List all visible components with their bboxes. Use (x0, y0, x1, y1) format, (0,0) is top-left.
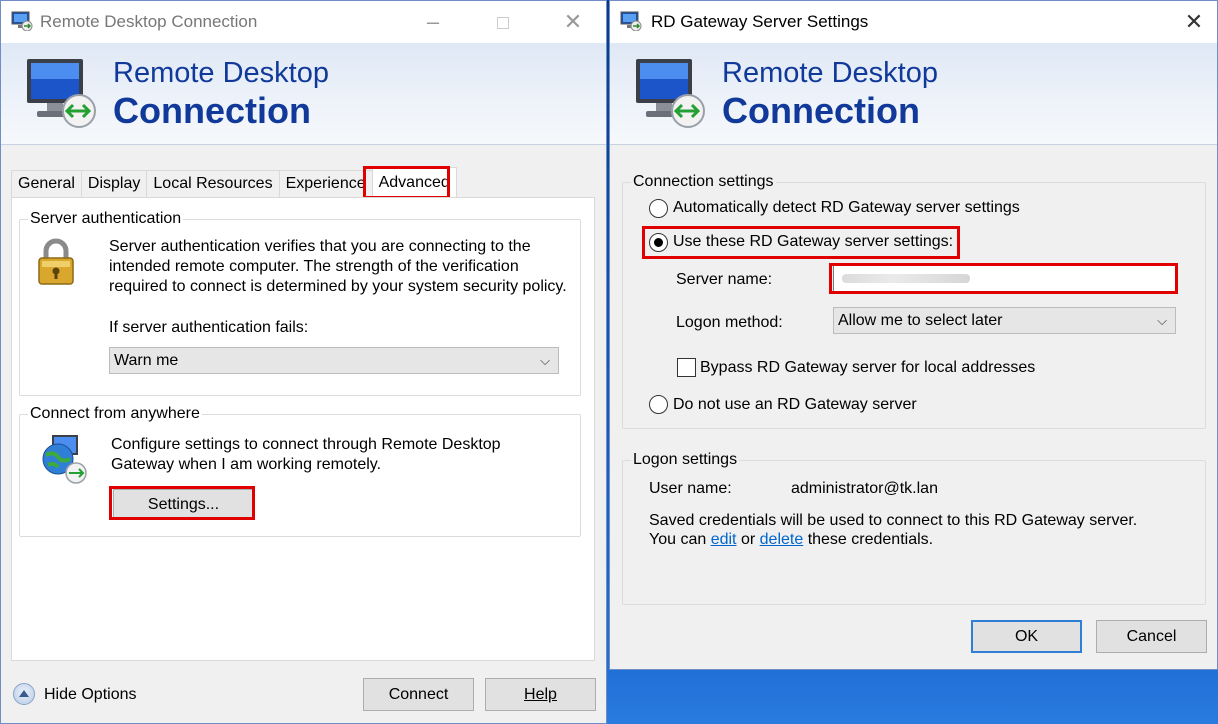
user-name-label: User name: (649, 480, 732, 497)
maximize-button[interactable] (489, 9, 517, 35)
monitor-remote-icon (636, 59, 705, 128)
maximize-icon (497, 17, 509, 30)
server-authentication-group: Server authentication Server authenticat… (19, 210, 581, 396)
banner: Remote Desktop Connection (610, 43, 1217, 145)
bypass-local-checkbox[interactable] (677, 358, 696, 377)
credentials-suffix: these credentials. (807, 531, 934, 548)
chevron-down-icon: ⌵ (540, 353, 550, 368)
banner: Remote Desktop Connection (1, 43, 606, 145)
padlock-icon (38, 238, 74, 285)
connect-button[interactable]: Connect (363, 678, 474, 711)
highlight-settings-button (109, 486, 255, 520)
tab-general[interactable]: General (11, 170, 82, 197)
user-name-value: administrator@tk.lan (791, 480, 938, 497)
highlight-use-these-settings (642, 226, 960, 259)
logon-method-label: Logon method: (676, 314, 783, 331)
close-icon: ✕ (563, 9, 583, 34)
cancel-button[interactable]: Cancel (1096, 620, 1207, 653)
do-not-use-label[interactable]: Do not use an RD Gateway server (673, 395, 917, 415)
highlight-server-name (829, 263, 1178, 294)
delete-credentials-link[interactable]: delete (760, 531, 804, 548)
close-button[interactable]: ✕ (559, 9, 587, 35)
connect-from-anywhere-legend: Connect from anywhere (28, 405, 202, 423)
close-button[interactable]: ✕ (1180, 9, 1208, 35)
tab-experience[interactable]: Experience (278, 170, 373, 197)
banner-title-line2: Connection (113, 90, 311, 131)
remote-desktop-connection-window: Remote Desktop Connection – ✕ Remote Des… (0, 0, 607, 724)
auth-fails-value: Warn me (114, 352, 179, 369)
hide-options-label[interactable]: Hide Options (44, 685, 137, 705)
connection-settings-group: Connection settings Automatically detect… (622, 173, 1206, 429)
server-authentication-legend: Server authentication (28, 210, 184, 228)
logon-settings-legend: Logon settings (631, 451, 740, 469)
banner-title-line1: Remote Desktop (113, 57, 329, 89)
credentials-or: or (740, 531, 756, 548)
connect-from-anywhere-group: Connect from anywhere Configure settings… (19, 405, 581, 537)
minimize-button[interactable]: – (419, 9, 447, 35)
title-bar[interactable]: RD Gateway Server Settings ✕ (610, 1, 1217, 43)
logon-settings-group: Logon settings User name: administrator@… (622, 451, 1206, 605)
remote-desktop-icon (620, 11, 642, 31)
chevron-down-icon: ⌵ (1157, 313, 1167, 328)
rd-gateway-settings-window: RD Gateway Server Settings ✕ Remote Desk… (609, 0, 1218, 670)
help-button[interactable]: Help (485, 678, 596, 711)
bypass-local-label[interactable]: Bypass RD Gateway server for local addre… (700, 358, 1035, 378)
banner-title-line1: Remote Desktop (722, 57, 938, 89)
do-not-use-radio[interactable] (649, 395, 668, 414)
banner-title-line2: Connection (722, 90, 920, 131)
saved-credentials-text: Saved credentials will be used to connec… (649, 512, 1138, 529)
title-bar[interactable]: Remote Desktop Connection – ✕ (1, 1, 606, 43)
logon-method-value: Allow me to select later (838, 312, 1003, 329)
auth-fails-label: If server authentication fails: (109, 319, 309, 336)
server-auth-description: Server authentication verifies that you … (109, 238, 567, 295)
connect-anywhere-description: Configure settings to connect through Re… (111, 436, 501, 473)
hide-options-icon[interactable] (13, 683, 35, 705)
logon-method-dropdown[interactable]: Allow me to select later ⌵ (833, 307, 1176, 334)
tab-display[interactable]: Display (80, 170, 148, 197)
close-icon: ✕ (1184, 9, 1204, 34)
window-title: Remote Desktop Connection (40, 12, 258, 31)
highlight-advanced-tab (363, 166, 450, 199)
remote-desktop-icon (11, 11, 33, 31)
monitor-remote-icon (27, 59, 96, 128)
edit-credentials-link[interactable]: edit (711, 531, 737, 548)
auto-detect-label[interactable]: Automatically detect RD Gateway server s… (673, 198, 1020, 218)
ok-button[interactable]: OK (971, 620, 1082, 653)
window-title: RD Gateway Server Settings (651, 12, 869, 31)
tab-local-resources[interactable]: Local Resources (146, 170, 280, 197)
globe-remote-icon (42, 435, 87, 484)
server-name-label: Server name: (676, 271, 773, 288)
advanced-tab-panel: Server authentication Server authenticat… (11, 197, 595, 661)
connection-settings-legend: Connection settings (631, 173, 776, 191)
credentials-actions-line: You can edit or delete these credentials… (649, 530, 933, 550)
auto-detect-radio[interactable] (649, 199, 668, 218)
auth-fails-dropdown[interactable]: Warn me ⌵ (109, 347, 559, 374)
credentials-prefix: You can (649, 531, 707, 548)
